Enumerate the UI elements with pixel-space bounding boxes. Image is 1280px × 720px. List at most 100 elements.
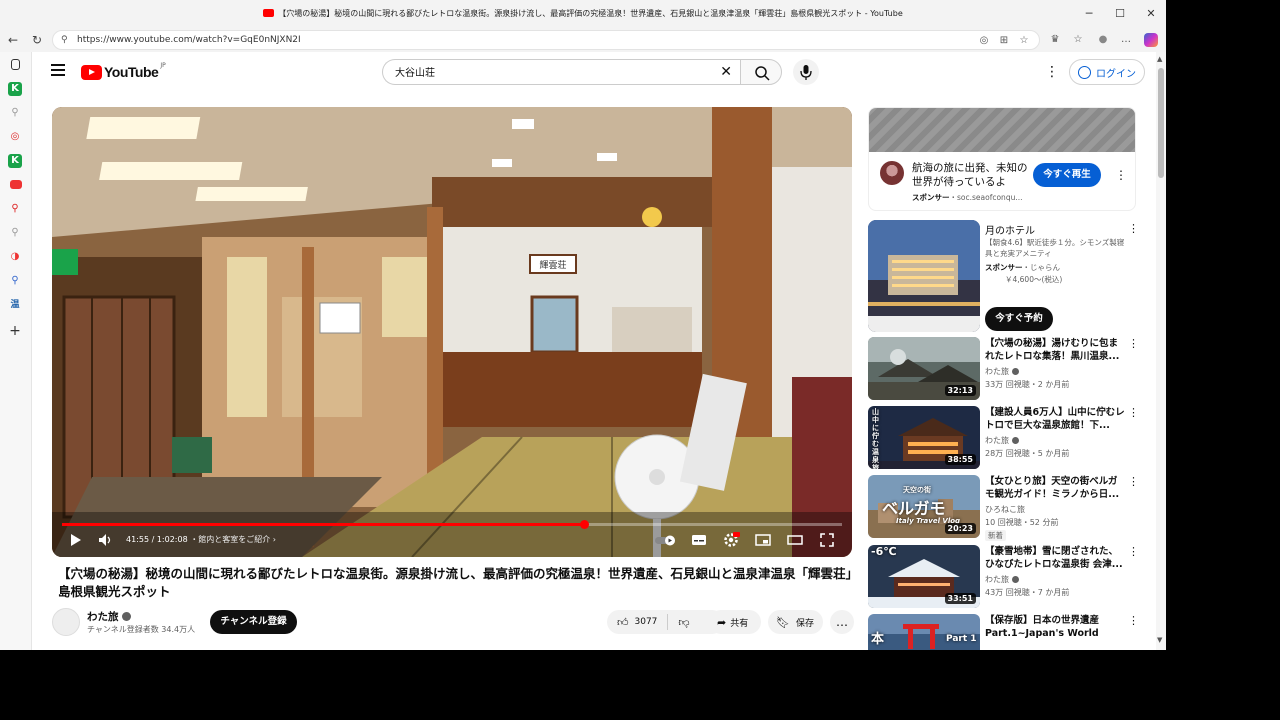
refresh-button[interactable]: ↻ (29, 32, 45, 48)
subscribe-button[interactable]: チャンネル登録 (210, 610, 297, 634)
rec-item[interactable]: 天空の街 ベルガモ Italy Travel Vlog 20:23 【女ひとり旅… (868, 475, 1139, 541)
book-now-button[interactable]: 今すぐ予約 (985, 307, 1053, 331)
rec-menu-icon[interactable]: ⋮ (1128, 406, 1139, 419)
rec-menu-icon[interactable]: ⋮ (1128, 614, 1139, 627)
rec-item[interactable]: 32:13 【穴場の秘湯】湯けむりに包まれたレトロな集落！黒川温泉... わた旅… (868, 337, 1139, 401)
search-input[interactable] (395, 66, 695, 77)
channel-name[interactable]: わた旅 (87, 609, 131, 624)
favorites-icon[interactable]: ☆ (1071, 33, 1085, 47)
hotel-ad-title[interactable]: 月のホテル (985, 222, 1035, 237)
search-box[interactable]: ✕ (382, 59, 740, 85)
menu-icon[interactable] (51, 64, 65, 76)
rec-menu-icon[interactable]: ⋮ (1128, 475, 1139, 488)
ad-banner[interactable] (869, 108, 1135, 152)
rec-title[interactable]: 【穴場の秘湯】湯けむりに包まれたレトロな集落！黒川温泉... (985, 337, 1125, 363)
ad-menu-icon[interactable]: ⋮ (1115, 168, 1127, 182)
hotel-ad-menu-icon[interactable]: ⋮ (1128, 222, 1139, 235)
subtitles-button[interactable] (690, 531, 708, 549)
hot-spring-icon[interactable]: 温 (8, 298, 22, 312)
search-icon-2[interactable]: ⚲ (8, 226, 22, 240)
rec-title[interactable]: 【豪雪地帯】雪に閉ざされた、ひなびたレトロな温泉街 会津... (985, 545, 1125, 571)
rec-item[interactable]: 山中に佇む温泉旅館 38:55 【建設人員6万人】山中に佇むレトロで巨大な温泉旅… (868, 406, 1139, 470)
settings-kebab-icon[interactable]: ⋮ (1045, 64, 1059, 80)
rec-title[interactable]: 【保存版】日本の世界遺産 Part.1~Japan's World Herita… (985, 614, 1125, 640)
url-text[interactable]: https://www.youtube.com/watch?v=GqE0nNJX… (77, 35, 301, 45)
share-button[interactable]: ➦ 共有 (709, 610, 761, 634)
login-button[interactable]: ログイン (1069, 59, 1145, 85)
volume-button[interactable] (96, 531, 114, 549)
copilot-icon[interactable] (1144, 33, 1158, 47)
search-button[interactable] (740, 59, 782, 85)
youtube-icon[interactable] (10, 180, 22, 189)
autoplay-toggle[interactable] (654, 531, 678, 549)
scroll-down-icon[interactable]: ▼ (1157, 636, 1162, 644)
rec-channel-name[interactable]: わた旅 (985, 367, 1009, 376)
tabs-icon[interactable] (11, 59, 20, 70)
ad-avatar[interactable] (880, 161, 904, 185)
channel-avatar[interactable] (52, 608, 80, 636)
minimize-button[interactable]: ─ (1081, 6, 1097, 22)
rec-channel[interactable]: わた旅 (985, 435, 1019, 446)
youtube-logo[interactable]: YouTube JP (81, 62, 166, 80)
page-scrollbar[interactable]: ▲ ▼ (1156, 52, 1166, 650)
rec-thumbnail[interactable]: -6℃ 33:51 (868, 545, 980, 608)
rec-channel-name[interactable]: わた旅 (985, 436, 1009, 445)
rec-title[interactable]: 【建設人員6万人】山中に佇むレトロで巨大な温泉旅館！下... (985, 406, 1125, 432)
chapter-title[interactable]: ・館内と客室をご紹介 › (190, 535, 276, 544)
search-icon-3[interactable]: ⚲ (8, 274, 22, 288)
save-button[interactable]: 🔖︎ 保存 (768, 610, 823, 634)
back-button[interactable]: ← (5, 32, 21, 48)
maximize-button[interactable]: ☐ (1112, 6, 1128, 22)
settings-button[interactable] (722, 531, 740, 549)
miniplayer-button[interactable] (754, 531, 772, 549)
search-icon[interactable]: ⚲ (8, 106, 22, 120)
rec-channel[interactable]: わた旅 (985, 574, 1019, 585)
rec-item[interactable]: 本 Part 1 【保存版】日本の世界遺産 Part.1~Japan's Wor… (868, 614, 1139, 650)
favorite-star-icon[interactable]: ☆ (1017, 34, 1031, 48)
like-count[interactable]: 3077 (635, 617, 658, 627)
speed-icon[interactable]: ◑ (8, 250, 22, 264)
video-player[interactable]: 輝雲荘 41:55 / 1:02:08 ・館内と客室をご紹介 › (52, 107, 852, 557)
rec-channel-name[interactable]: ひろねこ旅 (985, 505, 1025, 514)
rec-thumbnail[interactable]: 山中に佇む温泉旅館 38:55 (868, 406, 980, 469)
play-button[interactable] (66, 531, 84, 549)
map-pin-icon[interactable]: ⚲ (8, 202, 22, 216)
address-bar[interactable]: ⚲ https://www.youtube.com/watch?v=GqE0nN… (52, 30, 1040, 50)
channel-name-text[interactable]: わた旅 (87, 611, 119, 623)
ad-title[interactable]: 航海の旅に出発、未知の世界が待っているよ (912, 161, 1028, 189)
rec-channel[interactable]: ひろねこ旅 (985, 504, 1025, 515)
rec-channel-name[interactable]: わた旅 (985, 575, 1009, 584)
dislike-icon[interactable]: 👎︎ (678, 616, 689, 629)
more-actions-button[interactable]: … (830, 610, 854, 634)
rec-thumbnail[interactable]: 天空の街 ベルガモ Italy Travel Vlog 20:23 (868, 475, 980, 538)
like-icon[interactable]: 👍︎ (617, 616, 629, 629)
voice-search-button[interactable] (793, 59, 819, 85)
scroll-up-icon[interactable]: ▲ (1157, 55, 1162, 63)
rec-title[interactable]: 【女ひとり旅】天空の街ベルガモ観光ガイド！ミラノから日... (985, 475, 1125, 501)
rec-menu-icon[interactable]: ⋮ (1128, 545, 1139, 558)
k-app-icon-2[interactable]: K (8, 154, 22, 168)
ad-play-button[interactable]: 今すぐ再生 (1033, 163, 1101, 187)
rec-menu-icon[interactable]: ⋮ (1128, 337, 1139, 350)
clear-search-icon[interactable]: ✕ (720, 64, 732, 80)
profile-icon[interactable]: ● (1096, 33, 1110, 47)
extensions-icon[interactable]: ♛ (1048, 33, 1062, 47)
theater-mode-button[interactable] (786, 531, 804, 549)
rec-channel[interactable]: わた旅 (985, 366, 1019, 377)
site-info-icon[interactable]: ⚲ (61, 35, 68, 45)
rec-item[interactable]: -6℃ 33:51 【豪雪地帯】雪に閉ざされた、ひなびたレトロな温泉街 会津..… (868, 545, 1139, 609)
read-aloud-icon[interactable]: ⊞ (997, 34, 1011, 48)
opera-icon[interactable]: ◎ (8, 130, 22, 144)
fullscreen-button[interactable] (818, 531, 836, 549)
ad-card[interactable]: 航海の旅に出発、未知の世界が待っているよ スポンサー・soc.seaofconq… (868, 107, 1136, 211)
tracking-icon[interactable]: ◎ (977, 34, 991, 48)
rec-thumbnail[interactable]: 本 Part 1 (868, 614, 980, 650)
scrollbar-thumb[interactable] (1158, 68, 1164, 178)
close-button[interactable]: ✕ (1143, 6, 1159, 22)
add-icon[interactable]: + (8, 324, 22, 338)
k-app-icon[interactable]: K (8, 82, 22, 96)
settings-more-icon[interactable]: … (1119, 33, 1133, 47)
hotel-ad[interactable]: 月のホテル 【朝食4.6】駅近徒歩１分。シモンズ製寝具と充実アメニティ スポンサ… (868, 220, 1139, 332)
hotel-ad-thumbnail[interactable] (868, 220, 980, 332)
rec-thumbnail[interactable]: 32:13 (868, 337, 980, 400)
